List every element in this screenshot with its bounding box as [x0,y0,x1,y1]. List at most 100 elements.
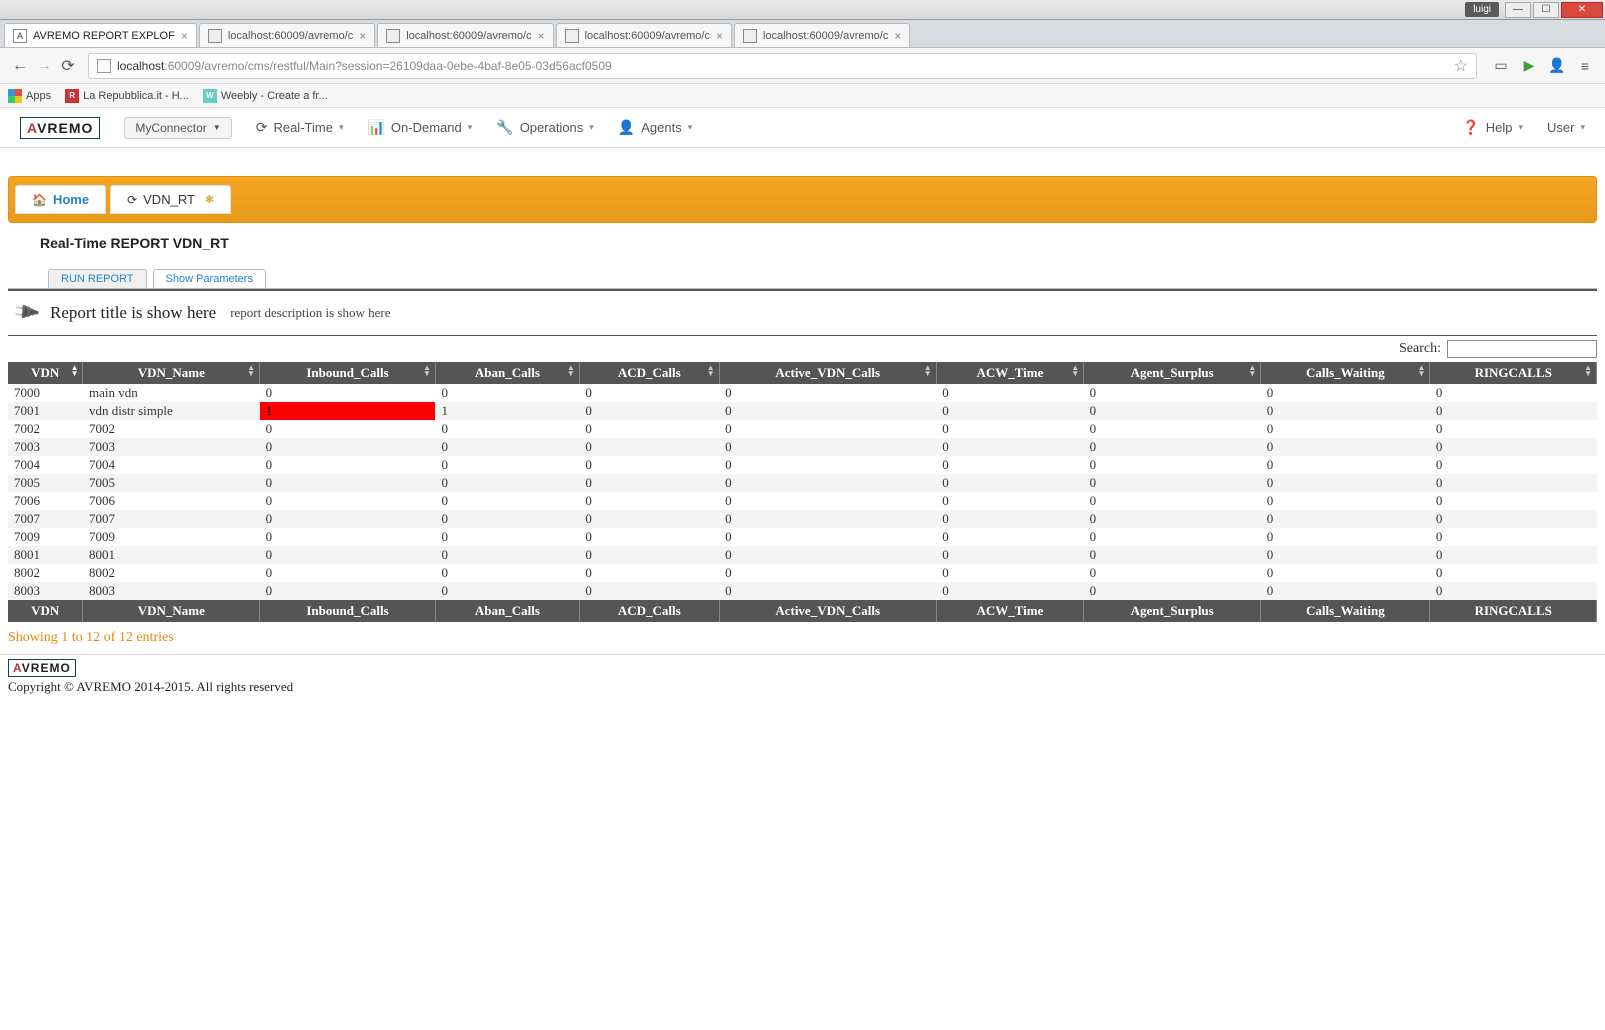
column-header[interactable]: Calls_Waiting▲▼ [1261,362,1430,384]
column-header[interactable]: Active_VDN_Calls▲▼ [719,362,936,384]
table-cell: 0 [1084,420,1261,438]
page-icon [97,59,111,73]
tab-favicon [743,29,757,43]
repubblica-bookmark[interactable]: R La Repubblica.it - H... [65,89,189,103]
profile-icon[interactable]: 👤 [1545,54,1569,78]
browser-tab[interactable]: localhost:60009/avremo/c× [377,23,553,47]
column-header[interactable]: Aban_Calls▲▼ [435,362,579,384]
tab-close-icon[interactable]: × [710,29,723,43]
browser-tab[interactable]: localhost:60009/avremo/c× [556,23,732,47]
apps-bookmark[interactable]: Apps [8,89,51,103]
sort-icon: ▲▼ [567,365,575,377]
table-cell: 0 [1430,474,1597,492]
nav-user[interactable]: User ▾ [1547,120,1585,135]
caret-icon: ▼ [213,123,221,132]
nav-forward-button[interactable]: → [32,54,56,78]
table-cell: 0 [260,528,436,546]
nav-realtime[interactable]: ⟳ Real-Time ▾ [256,119,344,136]
column-header[interactable]: Inbound_Calls▲▼ [260,362,436,384]
nav-operations[interactable]: 🔧 Operations ▾ [496,119,594,136]
nav-agents[interactable]: 👤 Agents ▾ [618,119,692,136]
table-cell: 0 [1430,582,1597,600]
table-cell: 0 [260,384,436,402]
browser-tab[interactable]: localhost:60009/avremo/c× [734,23,910,47]
nav-back-button[interactable]: ← [8,54,32,78]
tab-close-icon[interactable]: × [175,29,188,43]
run-report-button[interactable]: RUN REPORT [48,269,147,288]
weebly-bookmark[interactable]: W Weebly - Create a fr... [203,89,328,103]
search-input[interactable] [1447,340,1597,358]
tab-favicon [386,29,400,43]
sort-icon: ▲▼ [423,365,431,377]
table-cell: 0 [1261,582,1430,600]
footer-logo: AVREMO [8,659,76,677]
nav-reload-button[interactable]: ⟳ [56,54,80,78]
table-cell: 0 [719,564,936,582]
close-window-button[interactable]: ✕ [1561,2,1603,18]
report-title: Real-Time REPORT VDN_RT [40,235,1565,251]
table-cell: 7003 [83,438,260,456]
column-header[interactable]: VDN▲▼ [8,362,83,384]
table-cell: 0 [1084,564,1261,582]
table-cell: 7006 [8,492,83,510]
tab-close-icon[interactable]: × [888,29,901,43]
column-footer: ACD_Calls [579,600,719,622]
minimize-button[interactable]: — [1505,2,1531,18]
table-cell: 0 [719,528,936,546]
table-cell: 7007 [83,510,260,528]
address-bar[interactable]: localhost:60009/avremo/cms/restful/Main?… [88,53,1477,79]
table-cell: 0 [260,438,436,456]
bookmark-bar: Apps R La Repubblica.it - H... W Weebly … [0,84,1605,108]
table-cell: 0 [1430,438,1597,456]
report-table: VDN▲▼VDN_Name▲▼Inbound_Calls▲▼Aban_Calls… [8,362,1597,622]
table-cell: 0 [260,420,436,438]
table-cell: 0 [1261,510,1430,528]
maximize-button[interactable]: ☐ [1533,2,1559,18]
tab-title: AVREMO REPORT EXPLOF [33,30,175,42]
table-cell: 0 [936,528,1083,546]
column-header[interactable]: Agent_Surplus▲▼ [1084,362,1261,384]
app-logo[interactable]: AVREMO [20,117,100,139]
browser-tab[interactable]: localhost:60009/avremo/c× [199,23,375,47]
connector-dropdown[interactable]: MyConnector ▼ [124,117,231,139]
menu-icon[interactable]: ≡ [1573,54,1597,78]
play-extension-icon[interactable]: ▶ [1517,54,1541,78]
table-cell: 7005 [83,474,260,492]
tab-close-icon[interactable]: × [532,29,545,43]
page-footer: AVREMO Copyright © AVREMO 2014-2015. All… [0,654,1605,715]
table-row: 8002800200000000 [8,564,1597,582]
repubblica-icon: R [65,89,79,103]
column-header[interactable]: VDN_Name▲▼ [83,362,260,384]
column-header[interactable]: ACW_Time▲▼ [936,362,1083,384]
present-icon[interactable]: ▭ [1489,54,1513,78]
tab-home[interactable]: 🏠 Home [15,185,106,214]
tab-favicon [565,29,579,43]
table-cell: 0 [1261,474,1430,492]
column-header[interactable]: ACD_Calls▲▼ [579,362,719,384]
tab-close-icon[interactable]: × [353,29,366,43]
table-cell: 7002 [83,420,260,438]
table-cell: 0 [719,402,936,420]
show-parameters-button[interactable]: Show Parameters [153,269,266,288]
bookmark-star-icon[interactable]: ☆ [1454,56,1468,76]
tab-close-icon[interactable]: ✱ [205,193,214,206]
nav-ondemand[interactable]: 📊 On-Demand ▾ [367,119,472,136]
column-footer: Agent_Surplus [1084,600,1261,622]
table-cell: 0 [936,546,1083,564]
table-footer: VDNVDN_NameInbound_CallsAban_CallsACD_Ca… [8,600,1597,622]
nav-help[interactable]: ❓ Help ▾ [1462,119,1523,136]
table-cell: 7009 [8,528,83,546]
table-cell: 0 [579,474,719,492]
table-cell: 0 [719,510,936,528]
table-cell: 7003 [8,438,83,456]
browser-tab[interactable]: AAVREMO REPORT EXPLOF× [4,23,197,47]
report-subtitle-row: Report title is show here report descrip… [8,289,1597,336]
table-cell: 0 [435,438,579,456]
tab-vdn-rt[interactable]: ⟳ VDN_RT ✱ [110,185,231,214]
table-cell: 0 [1261,438,1430,456]
caret-icon: ▾ [1580,122,1585,133]
table-cell: 0 [936,474,1083,492]
table-cell: 0 [435,528,579,546]
caret-icon: ▾ [1518,122,1523,133]
column-header[interactable]: RINGCALLS▲▼ [1430,362,1597,384]
